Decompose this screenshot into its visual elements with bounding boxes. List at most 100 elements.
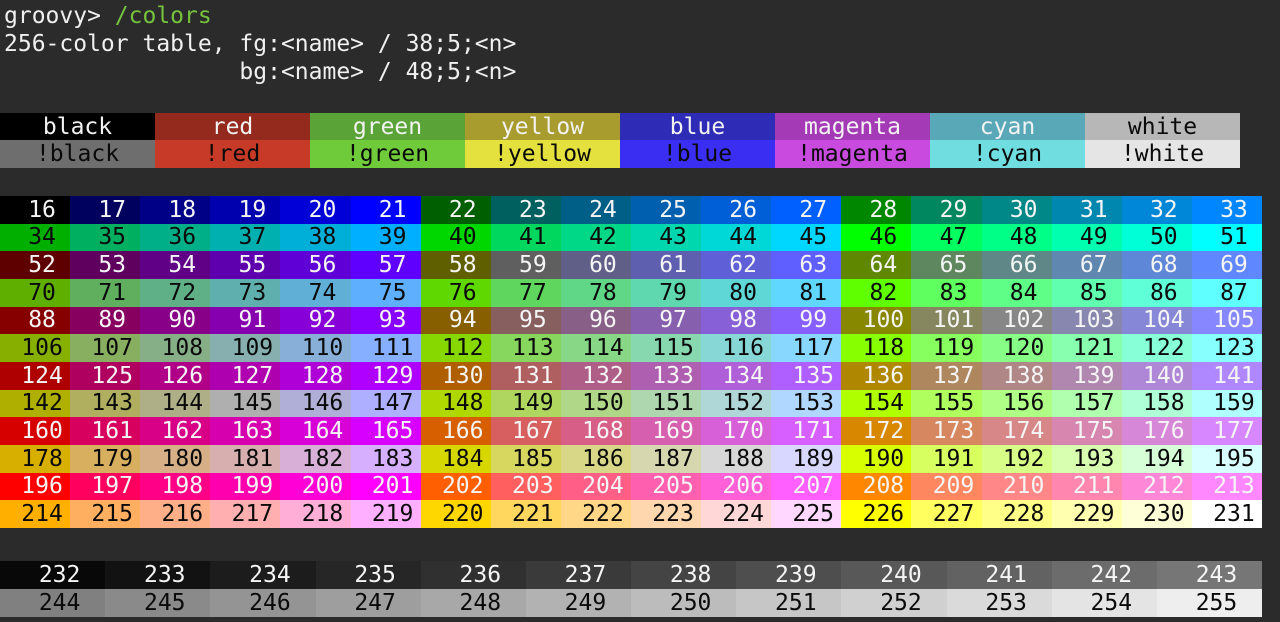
cube-cell-49: 49	[1052, 224, 1122, 252]
ansi-cell-bright-cyan: !cyan	[930, 140, 1085, 167]
cube-cell-152: 152	[701, 390, 771, 418]
cube-cell-186: 186	[561, 445, 631, 473]
cube-cell-184: 184	[421, 445, 491, 473]
cube-cell-144: 144	[140, 390, 210, 418]
cube-cell-117: 117	[771, 334, 841, 362]
command-text[interactable]: /colors	[115, 3, 212, 29]
color-cube-table: 1617181920212223242526272829303132333435…	[0, 196, 1262, 528]
cube-cell-17: 17	[70, 196, 140, 224]
cube-cell-228: 228	[982, 500, 1052, 528]
cube-cell-164: 164	[280, 417, 350, 445]
cube-cell-166: 166	[421, 417, 491, 445]
cube-cell-71: 71	[70, 279, 140, 307]
cube-cell-120: 120	[982, 334, 1052, 362]
cube-cell-56: 56	[280, 251, 350, 279]
cube-cell-39: 39	[351, 224, 421, 252]
cube-cell-193: 193	[1052, 445, 1122, 473]
cube-cell-212: 212	[1122, 473, 1192, 501]
cube-cell-215: 215	[70, 500, 140, 528]
cube-cell-180: 180	[140, 445, 210, 473]
cube-cell-116: 116	[701, 334, 771, 362]
cube-cell-28: 28	[841, 196, 911, 224]
cube-cell-130: 130	[421, 362, 491, 390]
cube-cell-98: 98	[701, 307, 771, 335]
cube-cell-191: 191	[911, 445, 981, 473]
ansi-cell-magenta: magenta	[775, 113, 930, 140]
cube-cell-158: 158	[1122, 390, 1192, 418]
cube-cell-165: 165	[351, 417, 421, 445]
cube-cell-189: 189	[771, 445, 841, 473]
cube-cell-202: 202	[421, 473, 491, 501]
cube-cell-221: 221	[491, 500, 561, 528]
cube-cell-106: 106	[0, 334, 70, 362]
cube-cell-134: 134	[701, 362, 771, 390]
cube-cell-81: 81	[771, 279, 841, 307]
cube-cell-201: 201	[351, 473, 421, 501]
cube-cell-75: 75	[351, 279, 421, 307]
cube-cell-169: 169	[631, 417, 701, 445]
gray-cell-254: 254	[1052, 589, 1157, 617]
cube-cell-90: 90	[140, 307, 210, 335]
cube-cell-181: 181	[210, 445, 280, 473]
cube-cell-229: 229	[1052, 500, 1122, 528]
cube-row: 707172737475767778798081828384858687	[0, 279, 1262, 307]
cube-cell-34: 34	[0, 224, 70, 252]
cube-cell-192: 192	[982, 445, 1052, 473]
cube-cell-64: 64	[841, 251, 911, 279]
cube-cell-108: 108	[140, 334, 210, 362]
cube-cell-147: 147	[351, 390, 421, 418]
cube-cell-168: 168	[561, 417, 631, 445]
cube-cell-100: 100	[841, 307, 911, 335]
cube-cell-159: 159	[1192, 390, 1262, 418]
cube-cell-154: 154	[841, 390, 911, 418]
ansi-basic-color-table: blackredgreenyellowbluemagentacyanwhite!…	[0, 113, 1240, 168]
cube-cell-167: 167	[491, 417, 561, 445]
cube-cell-203: 203	[491, 473, 561, 501]
cube-cell-182: 182	[280, 445, 350, 473]
ansi-cell-yellow: yellow	[465, 113, 620, 140]
prompt-line: groovy> /colors	[4, 2, 516, 30]
cube-cell-205: 205	[631, 473, 701, 501]
gray-cell-251: 251	[736, 589, 841, 617]
ansi-cell-bright-magenta: !magenta	[775, 140, 930, 167]
cube-cell-38: 38	[280, 224, 350, 252]
cube-cell-80: 80	[701, 279, 771, 307]
cube-row: 1241251261271281291301311321331341351361…	[0, 362, 1262, 390]
cube-row: 1601611621631641651661671681691701711721…	[0, 417, 1262, 445]
cube-cell-171: 171	[771, 417, 841, 445]
ansi-row: blackredgreenyellowbluemagentacyanwhite	[0, 113, 1240, 140]
cube-cell-35: 35	[70, 224, 140, 252]
cube-cell-112: 112	[421, 334, 491, 362]
cube-cell-224: 224	[701, 500, 771, 528]
cube-cell-150: 150	[561, 390, 631, 418]
cube-cell-153: 153	[771, 390, 841, 418]
cube-cell-136: 136	[841, 362, 911, 390]
cube-row: 2142152162172182192202212222232242252262…	[0, 500, 1262, 528]
cube-cell-223: 223	[631, 500, 701, 528]
cube-cell-121: 121	[1052, 334, 1122, 362]
cube-cell-83: 83	[911, 279, 981, 307]
cube-cell-87: 87	[1192, 279, 1262, 307]
cube-cell-118: 118	[841, 334, 911, 362]
cube-cell-127: 127	[210, 362, 280, 390]
cube-cell-199: 199	[210, 473, 280, 501]
cube-cell-200: 200	[280, 473, 350, 501]
cube-cell-76: 76	[421, 279, 491, 307]
cube-cell-208: 208	[841, 473, 911, 501]
cube-cell-179: 179	[70, 445, 140, 473]
usage-line-1: 256-color table, fg:<name> / 38;5;<n>	[4, 30, 516, 58]
terminal-screen[interactable]: { "terminal": { "bg": "#2b2b2b", "fg": "…	[0, 0, 1280, 622]
cube-cell-122: 122	[1122, 334, 1192, 362]
gray-row: 232233234235236237238239240241242243	[0, 561, 1262, 589]
cube-cell-170: 170	[701, 417, 771, 445]
cube-cell-23: 23	[491, 196, 561, 224]
cube-cell-77: 77	[491, 279, 561, 307]
prompt-space	[101, 3, 115, 29]
cube-cell-124: 124	[0, 362, 70, 390]
cube-cell-44: 44	[701, 224, 771, 252]
cube-cell-25: 25	[631, 196, 701, 224]
gray-cell-245: 245	[105, 589, 210, 617]
cube-cell-209: 209	[911, 473, 981, 501]
cube-cell-48: 48	[982, 224, 1052, 252]
cube-cell-45: 45	[771, 224, 841, 252]
